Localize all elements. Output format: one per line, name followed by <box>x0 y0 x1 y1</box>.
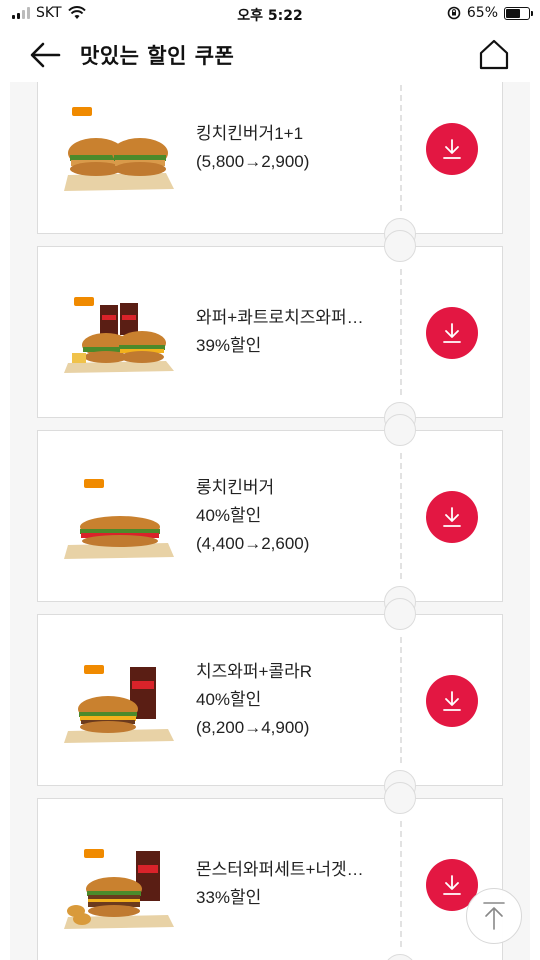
scroll-to-top-icon <box>483 902 505 930</box>
coupon-card: 롱치킨버거 40%할인 (4,400→2,600) <box>37 414 503 618</box>
coupon-title: 몬스터와퍼세트+너겟… <box>196 860 364 879</box>
download-icon <box>443 507 461 527</box>
back-button[interactable] <box>28 40 62 70</box>
coupon-text: 와퍼+콰트로치즈와퍼… 39%할인 <box>196 247 372 417</box>
coupon-text: 킹치킨버거1+1 (5,800→2,900) <box>196 82 372 233</box>
home-icon <box>479 39 509 70</box>
coupon-title: 와퍼+콰트로치즈와퍼… <box>196 308 364 327</box>
coupon-text: 치즈와퍼+콜라R 40%할인 (8,200→4,900) <box>196 615 372 785</box>
battery-percent: 65% <box>466 5 498 21</box>
scroll-to-top-button[interactable] <box>466 888 522 944</box>
coupon-list: 킹치킨버거1+1 (5,800→2,900) 와퍼+콰트로치즈와퍼… 39%할인… <box>37 82 503 960</box>
download-icon <box>443 875 461 895</box>
home-button[interactable] <box>478 38 510 70</box>
status-bar: SKT 오후 5:22 65% <box>0 0 540 28</box>
coupon-card: 킹치킨버거1+1 (5,800→2,900) <box>37 82 503 250</box>
coupon-image-cheese-whopper-with-cola <box>64 665 174 743</box>
download-button[interactable] <box>426 123 478 175</box>
download-button[interactable] <box>426 675 478 727</box>
download-icon <box>443 139 461 159</box>
download-button[interactable] <box>426 307 478 359</box>
coupon-card: 몬스터와퍼세트+너겟… 33%할인 <box>37 782 503 960</box>
coupon-image-two-chicken-burgers <box>64 107 174 191</box>
page-title: 맛있는 할인 쿠폰 <box>80 44 235 68</box>
coupon-image-long-chicken-burger <box>64 479 174 559</box>
coupon-discount: 33%할인 <box>196 888 262 907</box>
coupon-discount: 40%할인 <box>196 690 262 709</box>
coupon-discount: 39%할인 <box>196 336 262 355</box>
coupon-text: 롱치킨버거 40%할인 (4,400→2,600) <box>196 431 372 601</box>
rotation-lock-icon <box>447 6 461 20</box>
battery-icon <box>504 6 533 20</box>
coupon-list-area[interactable]: 킹치킨버거1+1 (5,800→2,900) 와퍼+콰트로치즈와퍼… 39%할인… <box>10 82 530 960</box>
coupon-title: 치즈와퍼+콜라R <box>196 662 313 681</box>
coupon-title: 킹치킨버거1+1 <box>196 124 304 143</box>
download-button[interactable] <box>426 491 478 543</box>
back-arrow-icon <box>30 42 61 68</box>
coupon-card: 와퍼+콰트로치즈와퍼… 39%할인 <box>37 230 503 434</box>
coupon-title: 롱치킨버거 <box>196 478 275 497</box>
coupon-price: (4,400→2,600) <box>196 534 310 553</box>
coupon-price: (5,800→2,900) <box>196 152 310 171</box>
app-header: 맛있는 할인 쿠폰 <box>0 28 540 82</box>
coupon-text: 몬스터와퍼세트+너겟… 33%할인 <box>196 799 372 960</box>
battery-level <box>506 8 521 18</box>
coupon-price: (8,200→4,900) <box>196 718 310 737</box>
coupon-discount: 40%할인 <box>196 506 262 525</box>
download-icon <box>443 323 461 343</box>
coupon-image-monster-whopper-set <box>64 849 174 929</box>
coupon-image-two-burgers-with-drinks <box>64 297 174 373</box>
download-icon <box>443 691 461 711</box>
coupon-card: 치즈와퍼+콜라R 40%할인 (8,200→4,900) <box>37 598 503 802</box>
status-right: 65% <box>447 5 533 21</box>
